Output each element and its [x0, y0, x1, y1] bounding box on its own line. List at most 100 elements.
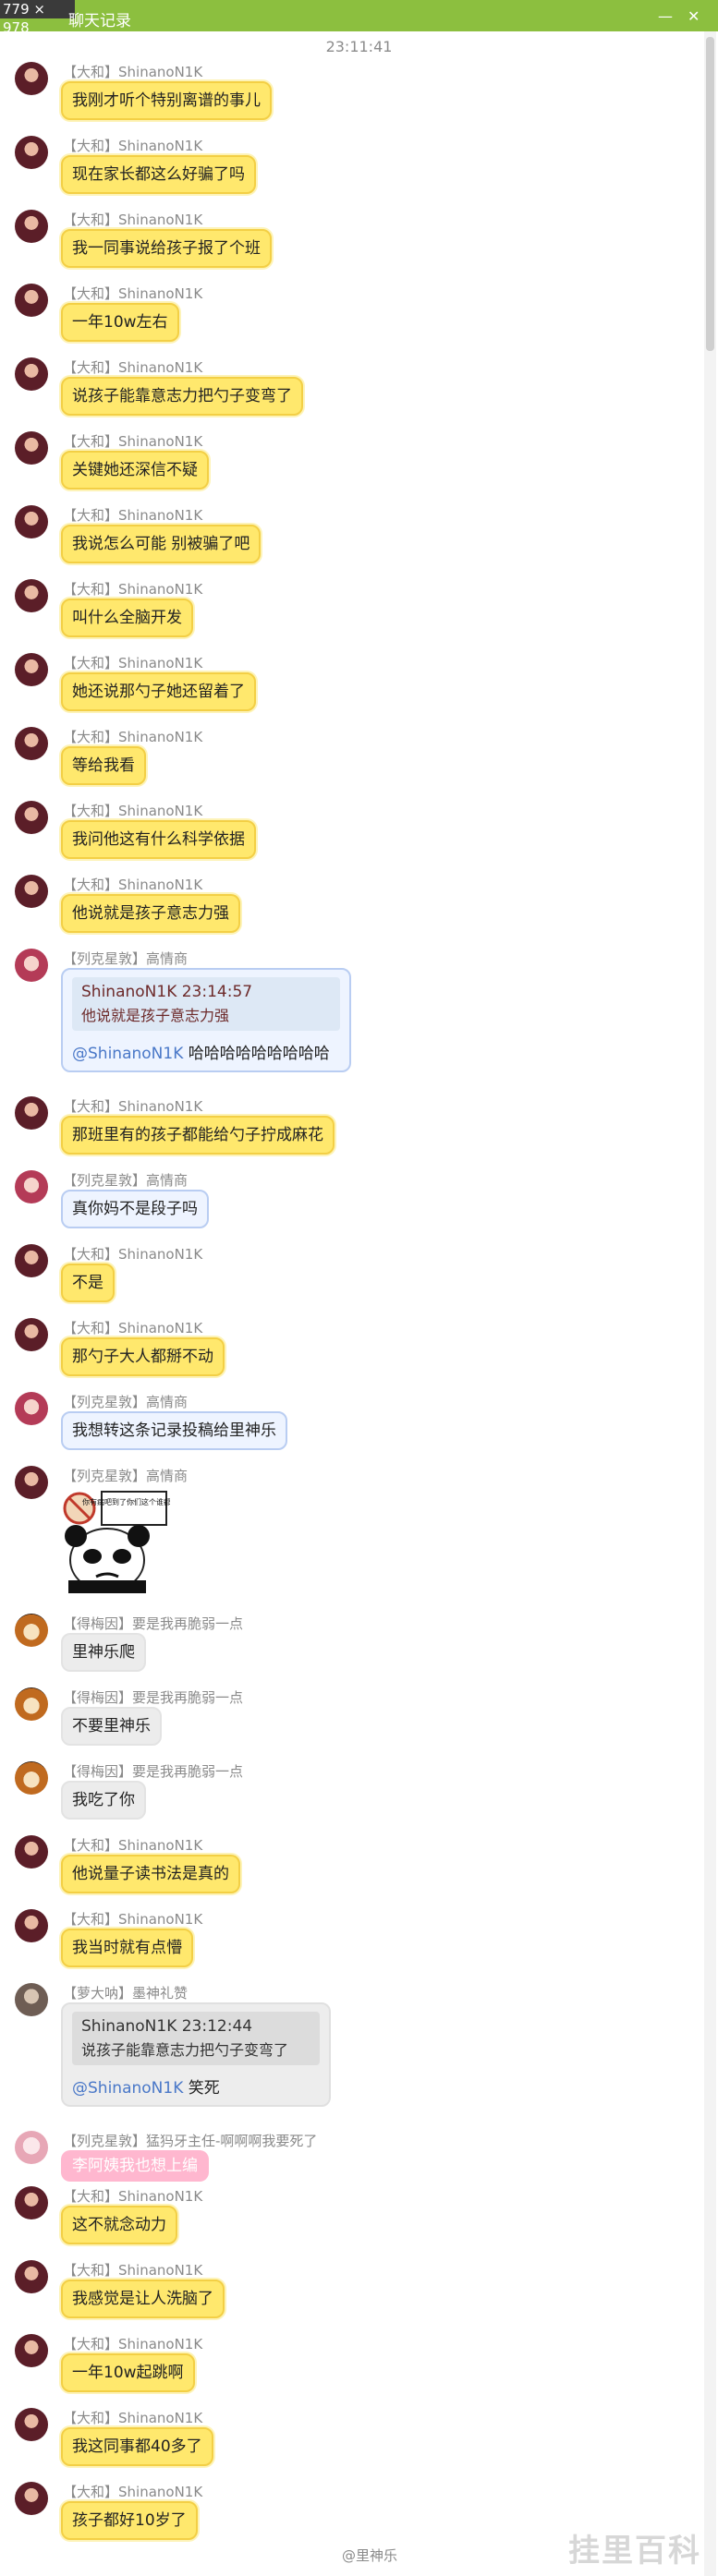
quoted-text: 他说就是孩子意志力强: [81, 1007, 230, 1024]
avatar[interactable]: [15, 949, 48, 982]
avatar[interactable]: [15, 284, 48, 317]
avatar[interactable]: [15, 62, 48, 95]
message-bubble[interactable]: 真你妈不是段子吗: [61, 1190, 209, 1228]
avatar[interactable]: [15, 1909, 48, 1942]
message-bubble[interactable]: 李阿姨我也想上编: [61, 2150, 209, 2182]
avatar[interactable]: [15, 1761, 48, 1795]
message-bubble[interactable]: 那勺子大人都掰不动: [61, 1337, 225, 1376]
avatar[interactable]: [15, 2186, 48, 2219]
sender-name: 【大和】ShinanoN1K: [63, 1911, 203, 1928]
avatar[interactable]: [15, 2131, 48, 2164]
quoted-header: ShinanoN1K 23:12:44: [81, 2017, 253, 2036]
avatar[interactable]: [15, 1835, 48, 1869]
quote-reply-bubble[interactable]: ShinanoN1K 23:14:57 他说就是孩子意志力强 @ShinanoN…: [61, 968, 351, 1072]
message-bubble[interactable]: 这不就念动力: [61, 2206, 177, 2244]
avatar[interactable]: [15, 1318, 48, 1351]
close-icon[interactable]: ✕: [688, 7, 700, 25]
avatar[interactable]: [15, 1614, 48, 1647]
avatar[interactable]: [15, 801, 48, 834]
sender-name: 【大和】ShinanoN1K: [63, 433, 203, 450]
message-bubble[interactable]: 我感觉是让人洗脑了: [61, 2280, 225, 2318]
message-bubble[interactable]: 一年10w起跳啊: [61, 2353, 195, 2392]
reply-line: @ShinanoN1K 笑死: [72, 2074, 320, 2098]
avatar[interactable]: [15, 357, 48, 391]
sender-name: 【大和】ShinanoN1K: [63, 2188, 203, 2205]
sender-name: 【大和】ShinanoN1K: [63, 285, 203, 302]
sender-name: 【大和】ShinanoN1K: [63, 729, 203, 745]
sender-name: 【大和】ShinanoN1K: [63, 1320, 203, 1336]
message-bubble[interactable]: 现在家长都这么好骗了吗: [61, 155, 256, 194]
sender-name: 【大和】ShinanoN1K: [63, 359, 203, 376]
message-bubble[interactable]: 我一同事说给孩子报了个班: [61, 229, 272, 268]
sender-name: 【得梅因】要是我再脆弱一点: [63, 1689, 244, 1706]
message-bubble[interactable]: 那班里有的孩子都能给勺子拧成麻花: [61, 1116, 335, 1155]
reply-text: 笑死: [183, 2079, 220, 2098]
avatar[interactable]: [15, 1466, 48, 1499]
sender-name: 【列克星敦】高情商: [63, 1394, 189, 1410]
mention-link[interactable]: @ShinanoN1K: [72, 1045, 183, 1063]
message-bubble[interactable]: 我刚才听个特别离谱的事儿: [61, 81, 272, 120]
avatar[interactable]: [15, 136, 48, 169]
avatar[interactable]: [15, 1244, 48, 1277]
avatar[interactable]: [15, 875, 48, 908]
message-bubble[interactable]: 他说就是孩子意志力强: [61, 894, 240, 933]
message-bubble[interactable]: 叫什么全脑开发: [61, 599, 193, 637]
sender-name: 【大和】ShinanoN1K: [63, 507, 203, 524]
message-bubble[interactable]: 里神乐爬: [61, 1633, 146, 1672]
message-bubble[interactable]: 等给我看: [61, 746, 146, 785]
sender-name: 【大和】ShinanoN1K: [63, 2410, 203, 2426]
message-bubble[interactable]: 我想转这条记录投稿给里神乐: [61, 1411, 287, 1450]
scrollbar-track[interactable]: [704, 31, 716, 2576]
avatar[interactable]: [15, 210, 48, 243]
quoted-message[interactable]: ShinanoN1K 23:12:44 说孩子能靠意志力把勺子变弯了: [72, 2012, 320, 2065]
avatar[interactable]: [15, 2260, 48, 2293]
message-bubble[interactable]: 一年10w左右: [61, 303, 179, 342]
weibo-handle: @里神乐: [342, 2547, 398, 2564]
message-bubble[interactable]: 孩子都好10岁了: [61, 2501, 198, 2540]
sender-name: 【大和】ShinanoN1K: [63, 138, 203, 154]
window-title: 聊天记录: [68, 12, 131, 30]
message-bubble[interactable]: 我这同事都40多了: [61, 2427, 213, 2466]
avatar[interactable]: [15, 579, 48, 612]
panda-meme-sticker[interactable]: 你有病吧到了你们这个谁都知道: [61, 1488, 186, 1597]
avatar[interactable]: [15, 1983, 48, 2016]
message-bubble[interactable]: 我当时就有点懵: [61, 1929, 193, 1967]
reply-line: @ShinanoN1K 哈哈哈哈哈哈哈哈哈: [72, 1040, 340, 1063]
message-bubble[interactable]: 我说怎么可能 别被骗了吧: [61, 525, 262, 563]
avatar[interactable]: [15, 727, 48, 760]
avatar[interactable]: [15, 653, 48, 686]
quoted-message[interactable]: ShinanoN1K 23:14:57 他说就是孩子意志力强: [72, 977, 340, 1031]
message-bubble[interactable]: 我问他这有什么科学依据: [61, 820, 256, 859]
minimize-icon[interactable]: —: [658, 7, 673, 25]
dimensions-badge: 779 × 978: [0, 0, 75, 36]
sender-name: 【大和】ShinanoN1K: [63, 1246, 203, 1263]
message-bubble[interactable]: 她还说那勺子她还留着了: [61, 672, 256, 711]
message-bubble[interactable]: 不要里神乐: [61, 1707, 162, 1746]
message-bubble[interactable]: 不是: [61, 1264, 115, 1302]
sender-name: 【大和】ShinanoN1K: [63, 803, 203, 819]
avatar[interactable]: [15, 2408, 48, 2441]
sender-name: 【大和】ShinanoN1K: [63, 877, 203, 893]
quoted-text: 说孩子能靠意志力把勺子变弯了: [81, 2041, 289, 2059]
sender-name: 【大和】ShinanoN1K: [63, 212, 203, 228]
sender-name: 【大和】ShinanoN1K: [63, 655, 203, 671]
message-bubble[interactable]: 他说量子读书法是真的: [61, 1855, 240, 1893]
title-bar: 779 × 978 聊天记录 — ✕: [0, 0, 718, 36]
scrollbar-thumb[interactable]: [706, 37, 714, 351]
message-bubble[interactable]: 我吃了你: [61, 1781, 146, 1820]
avatar[interactable]: [15, 431, 48, 465]
avatar[interactable]: [15, 1392, 48, 1425]
chat-history: 23:11:41 【大和】ShinanoN1K 我刚才听个特别离谱的事儿 【大和…: [0, 31, 702, 2576]
avatar[interactable]: [15, 1170, 48, 1203]
avatar[interactable]: [15, 1096, 48, 1130]
avatar[interactable]: [15, 505, 48, 538]
message-bubble[interactable]: 说孩子能靠意志力把勺子变弯了: [61, 377, 303, 416]
avatar[interactable]: [15, 2482, 48, 2515]
message-bubble[interactable]: 关键她还深信不疑: [61, 451, 209, 490]
sender-name: 【列克星敦】高情商: [63, 1172, 189, 1189]
avatar[interactable]: [15, 2334, 48, 2367]
sender-name: 【萝大呐】墨神礼赞: [63, 1985, 189, 2002]
mention-link[interactable]: @ShinanoN1K: [72, 2079, 183, 2098]
quote-reply-bubble[interactable]: ShinanoN1K 23:12:44 说孩子能靠意志力把勺子变弯了 @Shin…: [61, 2002, 331, 2107]
avatar[interactable]: [15, 1687, 48, 1721]
